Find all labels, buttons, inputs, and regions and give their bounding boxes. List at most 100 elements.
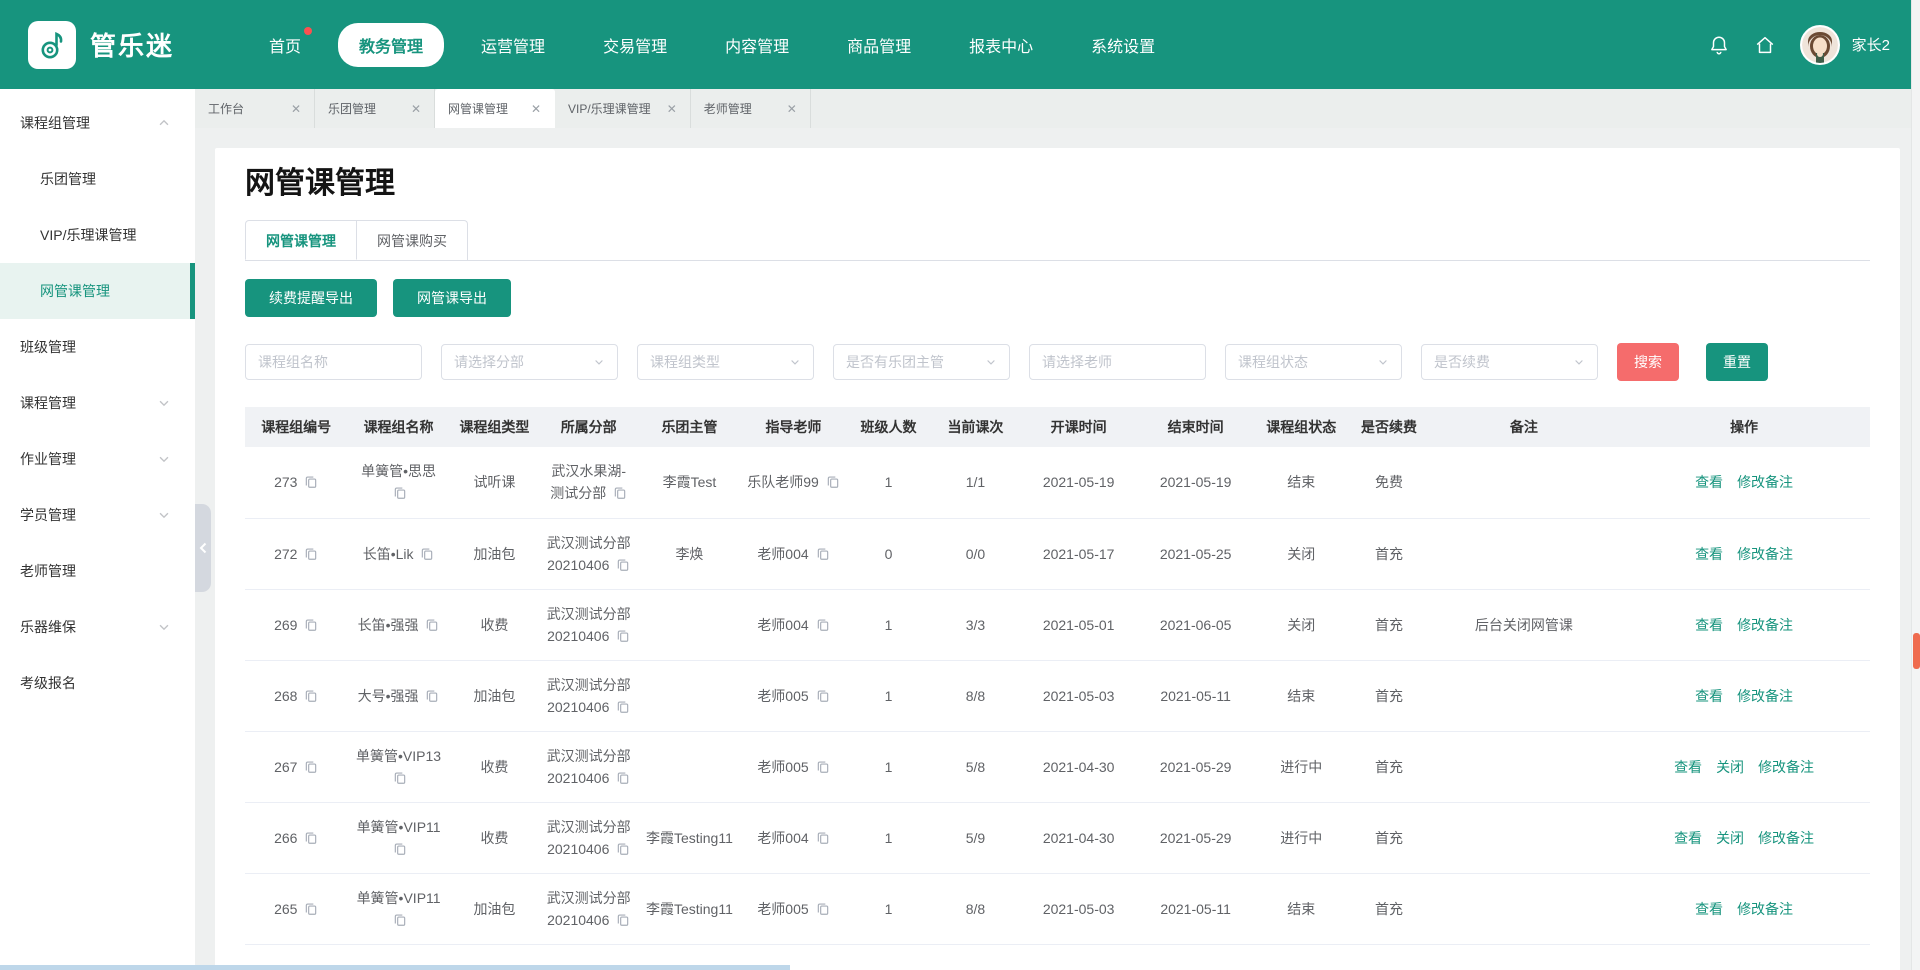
open-tab-1[interactable]: 乐团管理✕	[315, 89, 435, 128]
action-link[interactable]: 查看	[1695, 546, 1723, 562]
vertical-scrollbar-thumb[interactable]	[1913, 633, 1920, 669]
page-tab-0[interactable]: 网管课管理	[245, 220, 357, 260]
filter-select-5[interactable]: 课程组状态	[1225, 344, 1402, 380]
filter-select-1[interactable]: 请选择分部	[441, 344, 618, 380]
close-tab-icon[interactable]: ✕	[531, 102, 541, 116]
filter-select-2[interactable]: 课程组类型	[637, 344, 814, 380]
copy-icon[interactable]	[816, 831, 830, 845]
copy-icon[interactable]	[816, 689, 830, 703]
horizontal-scrollbar-thumb[interactable]	[0, 965, 790, 970]
copy-icon[interactable]	[816, 618, 830, 632]
action-link[interactable]: 修改备注	[1737, 617, 1793, 633]
copy-icon[interactable]	[613, 486, 627, 500]
filter-select-3[interactable]: 是否有乐团主管	[833, 344, 1010, 380]
action-link[interactable]: 查看	[1695, 617, 1723, 633]
open-tab-3[interactable]: VIP/乐理课管理✕	[555, 89, 691, 128]
notification-bell-icon[interactable]	[1708, 34, 1730, 56]
sidebar-item-4[interactable]: 学员管理	[0, 487, 195, 543]
copy-icon[interactable]	[420, 547, 434, 561]
sidebar-item-2[interactable]: 课程管理	[0, 375, 195, 431]
copy-icon[interactable]	[616, 558, 630, 572]
table-cell: 2021-05-19	[1137, 447, 1254, 518]
copy-icon[interactable]	[393, 842, 407, 856]
copy-icon[interactable]	[304, 618, 318, 632]
copy-icon[interactable]	[616, 913, 630, 927]
user-name[interactable]: 家长2	[1852, 34, 1890, 55]
copy-icon[interactable]	[816, 760, 830, 774]
top-nav-item-0[interactable]: 首页	[248, 23, 322, 67]
filter-input-0[interactable]	[245, 344, 422, 380]
copy-icon[interactable]	[816, 902, 830, 916]
sidebar-subitem-0-0[interactable]: 乐团管理	[0, 151, 195, 207]
copy-icon[interactable]	[616, 700, 630, 714]
copy-icon[interactable]	[304, 902, 318, 916]
copy-icon[interactable]	[425, 689, 439, 703]
open-tab-2[interactable]: 网管课管理✕	[435, 89, 555, 128]
copy-icon[interactable]	[393, 486, 407, 500]
copy-icon[interactable]	[304, 831, 318, 845]
action-link[interactable]: 查看	[1695, 688, 1723, 704]
export-renewal-reminder-button[interactable]: 续费提醒导出	[245, 279, 377, 317]
filter-select-6[interactable]: 是否续费	[1421, 344, 1598, 380]
action-link[interactable]: 修改备注	[1737, 474, 1793, 490]
search-button[interactable]: 搜索	[1617, 343, 1679, 381]
table-cell: 273	[245, 447, 347, 518]
sidebar-item-0[interactable]: 课程组管理	[0, 95, 195, 151]
top-nav-item-7[interactable]: 系统设置	[1070, 23, 1176, 67]
copy-icon[interactable]	[616, 842, 630, 856]
copy-icon[interactable]	[616, 771, 630, 785]
copy-icon[interactable]	[304, 760, 318, 774]
action-link[interactable]: 查看	[1674, 759, 1702, 775]
close-tab-icon[interactable]: ✕	[667, 102, 677, 116]
top-nav-item-5[interactable]: 商品管理	[826, 23, 932, 67]
action-link[interactable]: 查看	[1674, 830, 1702, 846]
copy-icon[interactable]	[826, 475, 840, 489]
page-tab-1[interactable]: 网管课购买	[357, 220, 468, 260]
top-nav-item-2[interactable]: 运营管理	[460, 23, 566, 67]
copy-icon[interactable]	[393, 913, 407, 927]
top-nav-item-6[interactable]: 报表中心	[948, 23, 1054, 67]
action-link[interactable]: 查看	[1695, 901, 1723, 917]
table-cell: 2021-04-30	[1020, 731, 1137, 802]
top-nav-item-1[interactable]: 教务管理	[338, 23, 444, 67]
vertical-scrollbar[interactable]	[1911, 0, 1920, 970]
top-nav-item-4[interactable]: 内容管理	[704, 23, 810, 67]
copy-icon[interactable]	[304, 547, 318, 561]
copy-icon[interactable]	[616, 629, 630, 643]
copy-icon[interactable]	[393, 771, 407, 785]
action-link[interactable]: 修改备注	[1737, 546, 1793, 562]
sidebar-subitem-0-1[interactable]: VIP/乐理课管理	[0, 207, 195, 263]
sidebar-item-6[interactable]: 乐器维保	[0, 599, 195, 655]
action-link[interactable]: 修改备注	[1737, 901, 1793, 917]
open-tab-4[interactable]: 老师管理✕	[691, 89, 811, 128]
top-nav-item-3[interactable]: 交易管理	[582, 23, 688, 67]
brand[interactable]: 管乐迷	[28, 21, 174, 69]
sidebar-collapse-handle[interactable]	[195, 504, 211, 592]
home-icon[interactable]	[1754, 34, 1776, 56]
sidebar-item-3[interactable]: 作业管理	[0, 431, 195, 487]
action-link[interactable]: 修改备注	[1758, 830, 1814, 846]
avatar[interactable]	[1800, 25, 1840, 65]
close-tab-icon[interactable]: ✕	[411, 102, 421, 116]
sidebar-item-5[interactable]: 老师管理	[0, 543, 195, 599]
action-link[interactable]: 关闭	[1716, 759, 1744, 775]
chevron-down-icon	[1573, 356, 1585, 368]
action-link[interactable]: 关闭	[1716, 830, 1744, 846]
open-tab-0[interactable]: 工作台✕	[195, 89, 315, 128]
close-tab-icon[interactable]: ✕	[787, 102, 797, 116]
sidebar-item-1[interactable]: 班级管理	[0, 319, 195, 375]
copy-icon[interactable]	[304, 689, 318, 703]
table-cell: 267	[245, 731, 347, 802]
sidebar-subitem-0-2[interactable]: 网管课管理	[0, 263, 195, 319]
copy-icon[interactable]	[816, 547, 830, 561]
action-link[interactable]: 修改备注	[1758, 759, 1814, 775]
copy-icon[interactable]	[425, 618, 439, 632]
export-courses-button[interactable]: 网管课导出	[393, 279, 511, 317]
filter-input-4[interactable]	[1029, 344, 1206, 380]
sidebar-item-7[interactable]: 考级报名	[0, 655, 195, 711]
close-tab-icon[interactable]: ✕	[291, 102, 301, 116]
action-link[interactable]: 修改备注	[1737, 688, 1793, 704]
action-link[interactable]: 查看	[1695, 474, 1723, 490]
reset-button[interactable]: 重置	[1706, 343, 1768, 381]
copy-icon[interactable]	[304, 475, 318, 489]
